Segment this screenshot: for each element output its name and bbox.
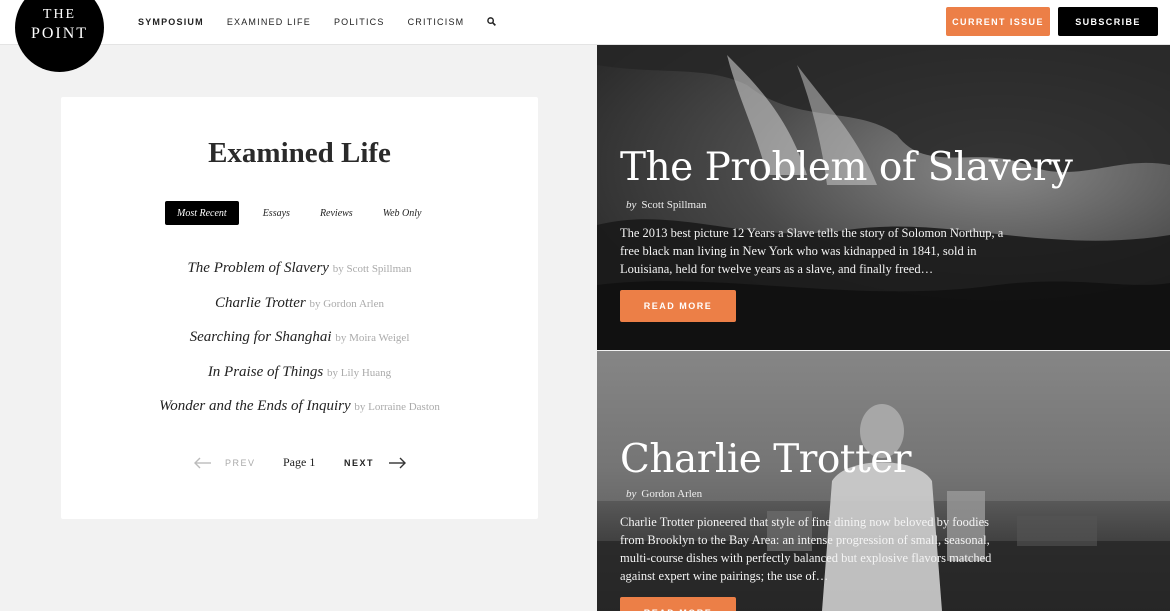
top-navigation-bar: SYMPOSIUM EXAMINED LIFE POLITICS CRITICI…	[0, 0, 1170, 45]
article-author: by Gordon Arlen	[309, 297, 384, 310]
article-title[interactable]: Wonder and the Ends of Inquiry	[159, 398, 351, 414]
article-author: by Scott Spillman	[332, 263, 412, 275]
next-page-button[interactable]: NEXT	[344, 458, 374, 468]
feature-description: Charlie Trotter pioneered that style of …	[620, 515, 992, 583]
current-issue-button[interactable]: CURRENT ISSUE	[946, 7, 1050, 36]
subscribe-button[interactable]: SUBSCRIBE	[1058, 7, 1158, 36]
tab-most-recent[interactable]: Most Recent	[165, 201, 239, 225]
arrow-left-icon[interactable]	[194, 456, 212, 474]
feature-author[interactable]: Gordon Arlen	[641, 488, 702, 500]
main-nav: SYMPOSIUM EXAMINED LIFE POLITICS CRITICI…	[138, 0, 497, 44]
nav-item-symposium[interactable]: SYMPOSIUM	[138, 17, 204, 27]
article-title[interactable]: The Problem of Slavery	[187, 260, 329, 276]
read-more-button[interactable]: READ MORE	[620, 597, 736, 611]
arrow-right-icon[interactable]	[388, 456, 406, 474]
feature-card-charlie-trotter[interactable]: Charlie Trotter by Gordon Arlen Charlie T…	[597, 351, 1170, 611]
feature-byline: by Scott Spillman	[626, 199, 706, 211]
article-title[interactable]: Charlie Trotter	[215, 295, 306, 311]
nav-item-criticism[interactable]: CRITICISM	[408, 17, 465, 27]
list-item[interactable]: Searching for Shanghai by Moira Weigel	[61, 329, 538, 364]
article-author: by Lorraine Daston	[354, 401, 440, 414]
by-label: by	[626, 488, 637, 500]
tab-reviews[interactable]: Reviews	[308, 201, 365, 225]
article-author: by Lily Huang	[327, 366, 392, 379]
list-item[interactable]: Charlie Trotter by Gordon Arlen	[61, 295, 538, 330]
page-indicator: Page 1	[283, 455, 316, 469]
list-item[interactable]: In Praise of Things by Lily Huang	[61, 364, 538, 399]
feature-byline: by Gordon Arlen	[626, 488, 702, 500]
section-card: Examined Life Most Recent Essays Reviews…	[61, 97, 538, 519]
article-author: by Moira Weigel	[335, 332, 410, 345]
search-icon[interactable]	[487, 17, 497, 27]
pagination: PREV Page 1 NEXT	[61, 453, 538, 473]
read-more-button[interactable]: READ MORE	[620, 290, 736, 322]
feature-description: The 2013 best picture 12 Years a Slave t…	[620, 226, 1004, 276]
feature-title[interactable]: Charlie Trotter	[620, 437, 911, 482]
article-list: The Problem of Slavery by Scott Spillman…	[61, 260, 538, 433]
section-tabs: Most Recent Essays Reviews Web Only	[165, 201, 434, 225]
tab-essays[interactable]: Essays	[251, 201, 302, 225]
section-title: Examined Life	[208, 137, 391, 169]
nav-item-politics[interactable]: POLITICS	[334, 17, 385, 27]
prev-page-button[interactable]: PREV	[225, 458, 256, 468]
logo-line-2: POINT	[30, 25, 89, 42]
list-item[interactable]: Wonder and the Ends of Inquiry by Lorrai…	[61, 398, 538, 433]
by-label: by	[626, 199, 637, 211]
article-title[interactable]: In Praise of Things	[208, 364, 323, 380]
article-title[interactable]: Searching for Shanghai	[190, 329, 332, 345]
tab-web-only[interactable]: Web Only	[371, 201, 434, 225]
logo-line-1: THE	[42, 7, 77, 22]
nav-item-examined-life[interactable]: EXAMINED LIFE	[227, 17, 311, 27]
feature-author[interactable]: Scott Spillman	[641, 199, 706, 211]
feature-title[interactable]: The Problem of Slavery	[620, 145, 1073, 190]
feature-card-slavery[interactable]: The Problem of Slavery by Scott Spillman …	[597, 45, 1170, 350]
site-logo[interactable]: THE POINT	[15, 0, 104, 72]
list-item[interactable]: The Problem of Slavery by Scott Spillman	[61, 260, 538, 295]
